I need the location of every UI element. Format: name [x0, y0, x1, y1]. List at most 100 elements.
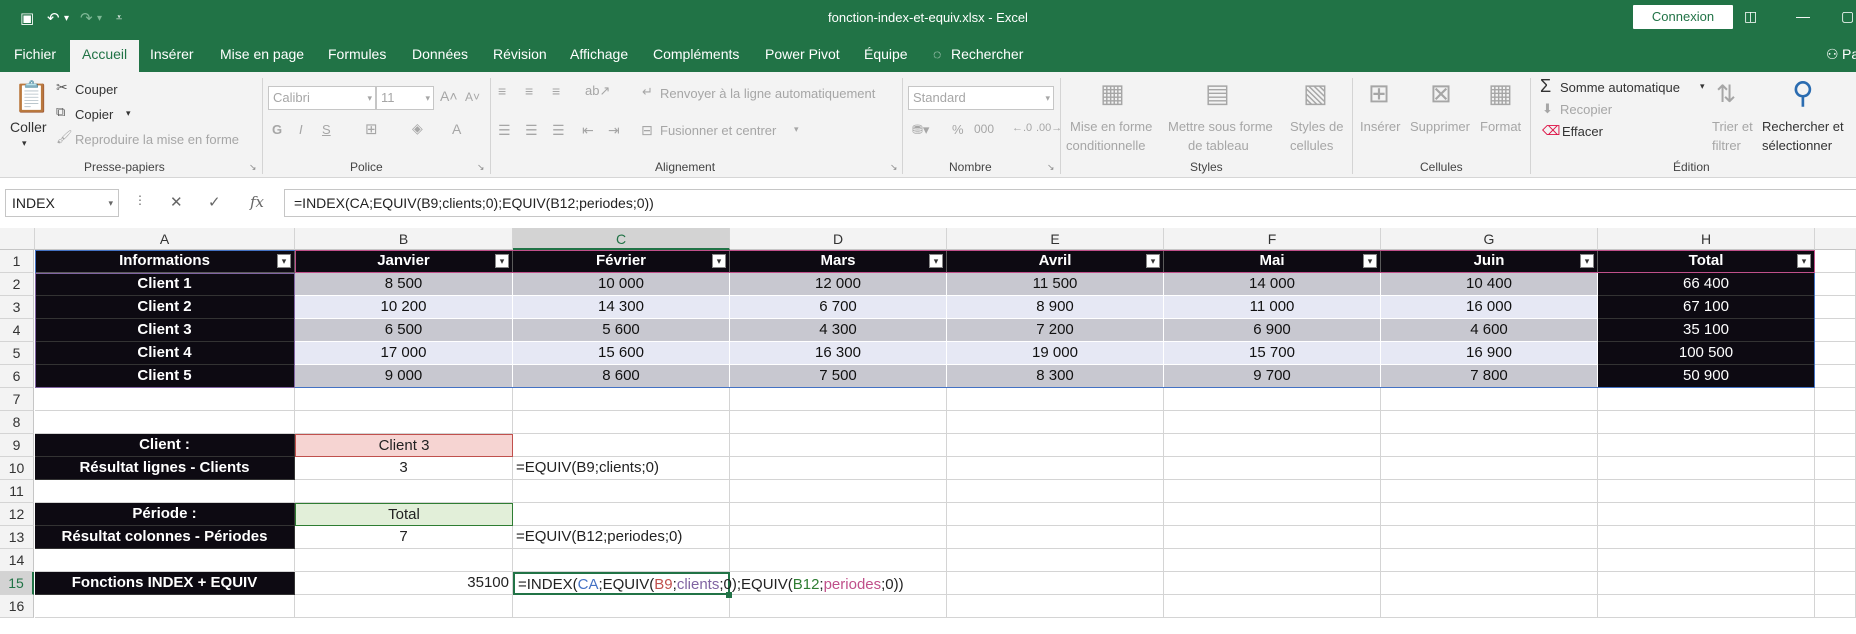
- index-result-cell[interactable]: 35100: [295, 572, 513, 595]
- column-header-d[interactable]: D: [730, 228, 947, 250]
- table-cell[interactable]: 15 700: [1164, 342, 1381, 365]
- table-cell[interactable]: 7 200: [947, 319, 1164, 342]
- grid-cell[interactable]: [947, 572, 1164, 595]
- client-input-cell[interactable]: Client 3: [295, 434, 513, 457]
- grid-cell[interactable]: [1164, 434, 1381, 457]
- paste-icon[interactable]: 📋: [13, 80, 50, 115]
- grid-cell[interactable]: [1381, 388, 1598, 411]
- borders-icon[interactable]: ⊞: [365, 120, 378, 138]
- row-header[interactable]: 1: [0, 250, 34, 273]
- align-center-icon[interactable]: ☰: [525, 122, 538, 139]
- table-cell[interactable]: 8 300: [947, 365, 1164, 388]
- grid-cell[interactable]: [513, 549, 730, 572]
- format-as-table-icon[interactable]: ▤: [1205, 78, 1230, 109]
- grid-cell[interactable]: [1815, 342, 1856, 365]
- insert-function-icon[interactable]: fx: [250, 193, 264, 211]
- grid-cell[interactable]: [730, 411, 947, 434]
- row-header[interactable]: 10: [0, 457, 34, 480]
- table-cell[interactable]: 19 000: [947, 342, 1164, 365]
- grid-cell[interactable]: [730, 388, 947, 411]
- table-header-avril[interactable]: Avril ▾: [947, 250, 1164, 273]
- tell-me-search[interactable]: Rechercher: [951, 46, 1023, 62]
- tab-fichier[interactable]: Fichier: [14, 46, 56, 62]
- tab-complements[interactable]: Compléments: [653, 46, 739, 62]
- column-header-e[interactable]: E: [947, 228, 1164, 250]
- maximize-icon[interactable]: ▢: [1841, 8, 1854, 25]
- table-cell[interactable]: 15 600: [513, 342, 730, 365]
- grid-cell[interactable]: [1815, 411, 1856, 434]
- table-cell[interactable]: 16 900: [1381, 342, 1598, 365]
- grid-cell[interactable]: [1815, 250, 1856, 273]
- table-cell[interactable]: 14 300: [513, 296, 730, 319]
- font-name-combo[interactable]: Calibri ▾: [268, 86, 376, 110]
- table-cell[interactable]: 6 500: [295, 319, 513, 342]
- format-painter-icon[interactable]: 🖌: [56, 129, 73, 145]
- filter-dropdown-icon[interactable]: ▾: [712, 254, 726, 268]
- name-box[interactable]: INDEX ▾: [5, 189, 119, 217]
- grid-cell[interactable]: [1164, 411, 1381, 434]
- period-input-cell[interactable]: Total: [295, 503, 513, 526]
- grid-cell[interactable]: [1164, 480, 1381, 503]
- grid-cell[interactable]: [513, 480, 730, 503]
- grid-cell[interactable]: [513, 595, 730, 618]
- sort-filter-button-line2[interactable]: filtrer: [1712, 138, 1741, 153]
- wrap-text-button[interactable]: Renvoyer à la ligne automatiquement: [660, 86, 875, 101]
- copy-dropdown-icon[interactable]: ▾: [126, 108, 131, 119]
- filter-dropdown-icon[interactable]: ▾: [495, 254, 509, 268]
- tab-accueil[interactable]: Accueil: [70, 40, 140, 72]
- table-cell[interactable]: 7 500: [730, 365, 947, 388]
- cell-styles-icon[interactable]: ▧: [1303, 78, 1328, 109]
- row-header[interactable]: 6: [0, 365, 34, 388]
- active-cell-editor[interactable]: =INDEX(CA;EQUIV(B9;clients;0);EQUIV(B12;…: [513, 572, 904, 595]
- grid-cell[interactable]: [1598, 434, 1815, 457]
- grid-cell[interactable]: [1381, 411, 1598, 434]
- grid-cell[interactable]: [1598, 526, 1815, 549]
- grid-cell[interactable]: [1381, 595, 1598, 618]
- client-name-cell[interactable]: Client 5: [35, 365, 295, 388]
- fill-button[interactable]: Recopier: [1560, 102, 1612, 117]
- align-top-icon[interactable]: ≡: [498, 83, 506, 99]
- fill-handle[interactable]: [726, 592, 732, 598]
- grid-cell[interactable]: [35, 480, 295, 503]
- format-as-table-button[interactable]: Mettre sous forme: [1168, 119, 1273, 134]
- tab-equipe[interactable]: Équipe: [864, 46, 908, 62]
- cell-styles-button-line2[interactable]: cellules: [1290, 138, 1333, 153]
- currency-icon[interactable]: ⛃▾: [912, 122, 929, 138]
- column-header-g[interactable]: G: [1381, 228, 1598, 250]
- fill-icon[interactable]: ⬇: [1542, 101, 1553, 117]
- grid-cell[interactable]: [1164, 549, 1381, 572]
- orientation-icon[interactable]: ab↗: [585, 83, 610, 99]
- client-name-cell[interactable]: Client 2: [35, 296, 295, 319]
- grid-cell[interactable]: [947, 503, 1164, 526]
- row-formula-text[interactable]: =EQUIV(B9;clients;0): [513, 457, 730, 480]
- grid-cell[interactable]: [295, 388, 513, 411]
- tab-power-pivot[interactable]: Power Pivot: [765, 46, 840, 62]
- increase-indent-icon[interactable]: ⇥: [608, 122, 620, 139]
- tab-inserer[interactable]: Insérer: [150, 46, 194, 62]
- grid-cell[interactable]: [730, 526, 947, 549]
- minimize-icon[interactable]: —: [1796, 8, 1810, 24]
- sort-filter-icon[interactable]: ⇅: [1716, 80, 1736, 109]
- grid-cell[interactable]: [730, 434, 947, 457]
- grid-cell[interactable]: [1598, 503, 1815, 526]
- table-cell[interactable]: 9 000: [295, 365, 513, 388]
- client-name-cell[interactable]: Client 1: [35, 273, 295, 296]
- table-cell[interactable]: 8 600: [513, 365, 730, 388]
- format-as-table-button-line2[interactable]: de tableau: [1188, 138, 1249, 153]
- row-header[interactable]: 11: [0, 480, 34, 503]
- grid-cell[interactable]: [730, 549, 947, 572]
- grid-cell[interactable]: [1381, 457, 1598, 480]
- table-cell[interactable]: 11 500: [947, 273, 1164, 296]
- grid-cell[interactable]: [730, 595, 947, 618]
- table-cell[interactable]: 4 300: [730, 319, 947, 342]
- align-left-icon[interactable]: ☰: [498, 122, 511, 139]
- find-select-button[interactable]: Rechercher et: [1762, 119, 1844, 134]
- grid-cell[interactable]: [295, 549, 513, 572]
- grid-cell[interactable]: [1164, 457, 1381, 480]
- format-cells-icon[interactable]: ▦: [1488, 78, 1513, 109]
- row-header[interactable]: 3: [0, 296, 34, 319]
- paste-button[interactable]: Coller: [10, 119, 47, 135]
- clear-button[interactable]: Effacer: [1562, 124, 1603, 139]
- grid-cell[interactable]: [295, 595, 513, 618]
- column-header-a[interactable]: A: [35, 228, 295, 250]
